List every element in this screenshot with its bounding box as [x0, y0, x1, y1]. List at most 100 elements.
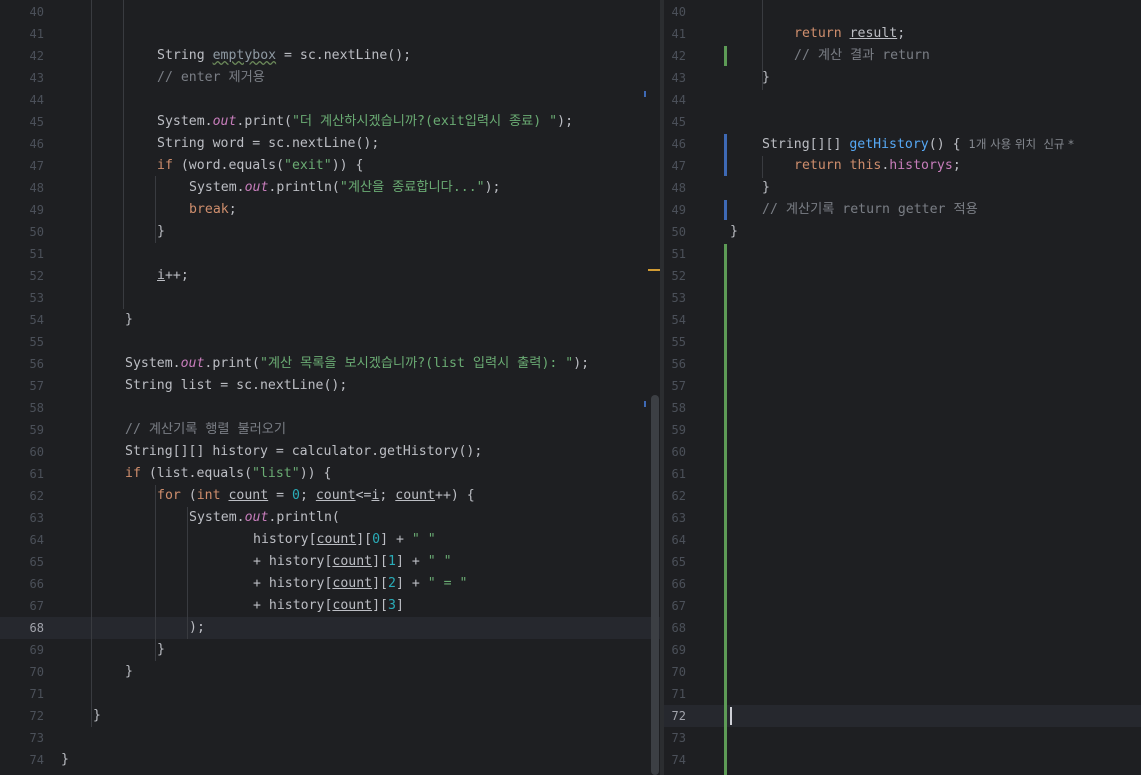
line-number[interactable]: 53: [8, 287, 44, 309]
line-number[interactable]: 73: [664, 727, 686, 749]
change-stripe-marker[interactable]: [644, 401, 646, 407]
code-line[interactable]: 72: [664, 705, 1141, 727]
line-number[interactable]: 60: [664, 441, 686, 463]
code-line[interactable]: 54}: [0, 309, 660, 331]
code-text[interactable]: // 계산기록 행렬 불러오기: [125, 419, 286, 441]
line-number[interactable]: 59: [8, 419, 44, 441]
line-number[interactable]: 74: [8, 749, 44, 771]
line-number[interactable]: 61: [664, 463, 686, 485]
code-line[interactable]: 40: [664, 1, 1141, 23]
code-line[interactable]: 71: [0, 683, 660, 705]
line-number[interactable]: 72: [8, 705, 44, 727]
line-number[interactable]: 58: [8, 397, 44, 419]
line-number[interactable]: 46: [8, 133, 44, 155]
code-line[interactable]: 51: [0, 243, 660, 265]
usages-inlay-hint[interactable]: 1개 사용 위치 신규 *: [969, 137, 1074, 151]
code-text[interactable]: String emptybox = sc.nextLine();: [157, 45, 411, 67]
line-number[interactable]: 49: [8, 199, 44, 221]
code-line[interactable]: 60 String[][] history = calculator.getHis…: [0, 441, 660, 463]
code-line[interactable]: 57 String list = sc.nextLine();: [0, 375, 660, 397]
line-number[interactable]: 62: [8, 485, 44, 507]
line-number[interactable]: 55: [664, 331, 686, 353]
code-line[interactable]: 57: [664, 375, 1141, 397]
code-line[interactable]: 64: [664, 529, 1141, 551]
line-number[interactable]: 44: [664, 89, 686, 111]
code-line[interactable]: 66: [664, 573, 1141, 595]
line-number[interactable]: 53: [664, 287, 686, 309]
line-number[interactable]: 46: [664, 133, 686, 155]
code-line[interactable]: 70}: [0, 661, 660, 683]
code-line[interactable]: 43 // enter 제거용: [0, 67, 660, 89]
code-text[interactable]: String[][] history = calculator.getHisto…: [125, 441, 482, 463]
line-number[interactable]: 42: [664, 45, 686, 67]
line-number[interactable]: 64: [8, 529, 44, 551]
code-line[interactable]: 45 System.out.print("더 계산하시겠습니까?(exit입력시 …: [0, 111, 660, 133]
code-line[interactable]: 74}: [0, 749, 660, 771]
code-line[interactable]: 41 return result;: [664, 23, 1141, 45]
code-text[interactable]: }: [730, 221, 738, 243]
code-line[interactable]: 61 if (list.equals("list")) {: [0, 463, 660, 485]
line-number[interactable]: 62: [664, 485, 686, 507]
code-line[interactable]: 53: [0, 287, 660, 309]
code-text[interactable]: }: [61, 749, 69, 771]
line-number[interactable]: 67: [8, 595, 44, 617]
line-number[interactable]: 57: [8, 375, 44, 397]
code-line[interactable]: 44: [664, 89, 1141, 111]
code-text[interactable]: history[count][0] + " ": [253, 529, 436, 551]
code-text[interactable]: + history[count][2] + " = ": [253, 573, 467, 595]
code-text[interactable]: return result;: [794, 23, 905, 45]
line-number[interactable]: 47: [8, 155, 44, 177]
code-text[interactable]: i++;: [157, 265, 189, 287]
code-text[interactable]: }: [157, 221, 165, 243]
code-line[interactable]: 72}: [0, 705, 660, 727]
code-text[interactable]: String word = sc.nextLine();: [157, 133, 379, 155]
code-line[interactable]: 45: [664, 111, 1141, 133]
line-number[interactable]: 48: [8, 177, 44, 199]
code-text[interactable]: if (word.equals("exit")) {: [157, 155, 363, 177]
vcs-modified-gutter-mark[interactable]: [724, 134, 727, 176]
line-number[interactable]: 67: [664, 595, 686, 617]
line-number[interactable]: 51: [664, 243, 686, 265]
code-line[interactable]: 47 if (word.equals("exit")) {: [0, 155, 660, 177]
code-line[interactable]: 43}: [664, 67, 1141, 89]
code-line[interactable]: 42 // 계산 결과 return: [664, 45, 1141, 67]
code-line[interactable]: 73: [0, 727, 660, 749]
line-number[interactable]: 41: [664, 23, 686, 45]
code-line[interactable]: 48}: [664, 177, 1141, 199]
code-line[interactable]: 67: [664, 595, 1141, 617]
code-line[interactable]: 41: [0, 23, 660, 45]
vcs-added-gutter-mark[interactable]: [724, 244, 727, 775]
line-number[interactable]: 52: [664, 265, 686, 287]
line-number[interactable]: 40: [8, 1, 44, 23]
line-number[interactable]: 61: [8, 463, 44, 485]
line-number[interactable]: 73: [8, 727, 44, 749]
code-line[interactable]: 52 i++;: [0, 265, 660, 287]
code-line[interactable]: 44: [0, 89, 660, 111]
code-line[interactable]: 49 // 계산기록 return getter 적용: [664, 199, 1141, 221]
code-line[interactable]: 48 System.out.println("계산을 종료합니다...");: [0, 177, 660, 199]
change-stripe-marker[interactable]: [644, 91, 646, 97]
line-number[interactable]: 57: [664, 375, 686, 397]
line-number[interactable]: 45: [664, 111, 686, 133]
line-number[interactable]: 47: [664, 155, 686, 177]
code-line[interactable]: 65: [664, 551, 1141, 573]
line-number[interactable]: 49: [664, 199, 686, 221]
code-text[interactable]: System.out.println("계산을 종료합니다...");: [189, 177, 500, 199]
code-text[interactable]: // 계산기록 return getter 적용: [762, 199, 978, 221]
code-line[interactable]: 56 System.out.print("계산 목록을 보시겠습니까?(list …: [0, 353, 660, 375]
code-line[interactable]: 67 + history[count][3]: [0, 595, 660, 617]
line-number[interactable]: 65: [664, 551, 686, 573]
code-line[interactable]: 49 break;: [0, 199, 660, 221]
line-number[interactable]: 59: [664, 419, 686, 441]
code-line[interactable]: 53: [664, 287, 1141, 309]
code-text[interactable]: for (int count = 0; count<=i; count++) {: [157, 485, 475, 507]
code-line[interactable]: 68: [664, 617, 1141, 639]
code-text[interactable]: }: [125, 309, 133, 331]
code-text[interactable]: }: [93, 705, 101, 727]
line-number[interactable]: 68: [664, 617, 686, 639]
code-line[interactable]: 46 String word = sc.nextLine();: [0, 133, 660, 155]
line-number[interactable]: 65: [8, 551, 44, 573]
code-text[interactable]: // 계산 결과 return: [794, 45, 930, 67]
line-number[interactable]: 55: [8, 331, 44, 353]
line-number[interactable]: 69: [8, 639, 44, 661]
